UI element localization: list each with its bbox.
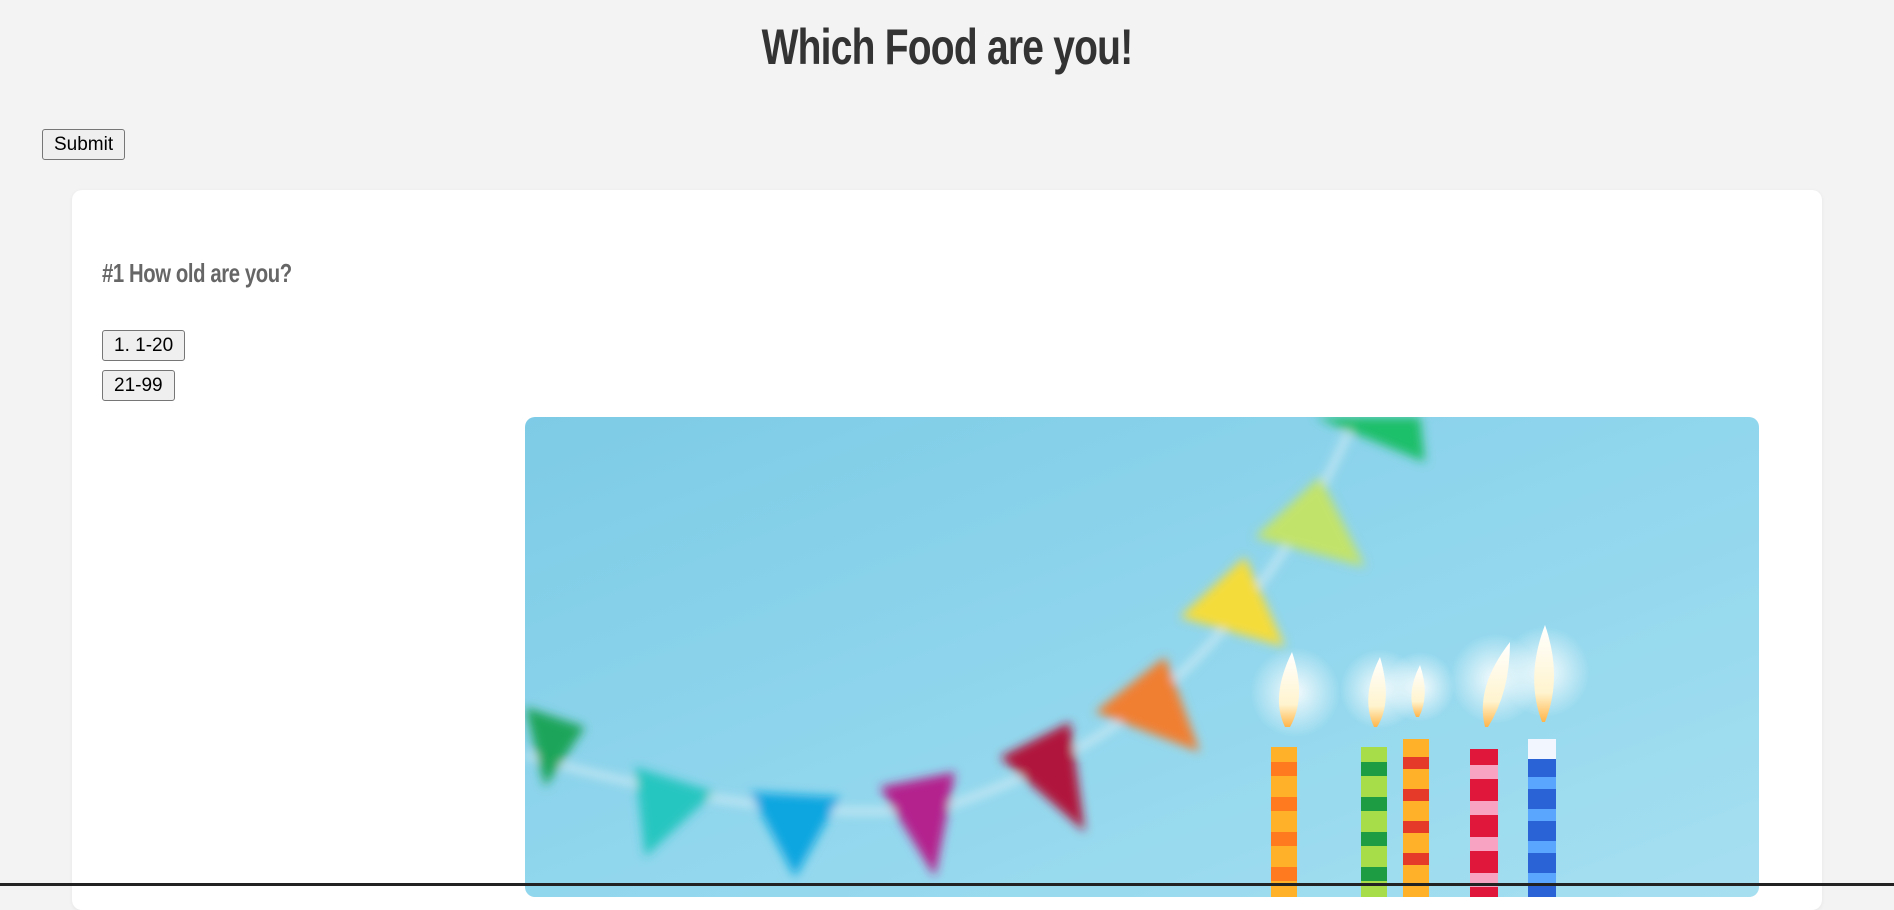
question-title: #1 How old are you? <box>102 258 292 288</box>
answer-option-1[interactable]: 1. 1-20 <box>102 330 186 361</box>
page-title: Which Food are you! <box>761 19 1134 75</box>
birthday-candles-image <box>525 417 1759 897</box>
answer-option-2[interactable]: 21-99 <box>102 370 175 401</box>
submit-button[interactable]: Submit <box>42 129 126 160</box>
